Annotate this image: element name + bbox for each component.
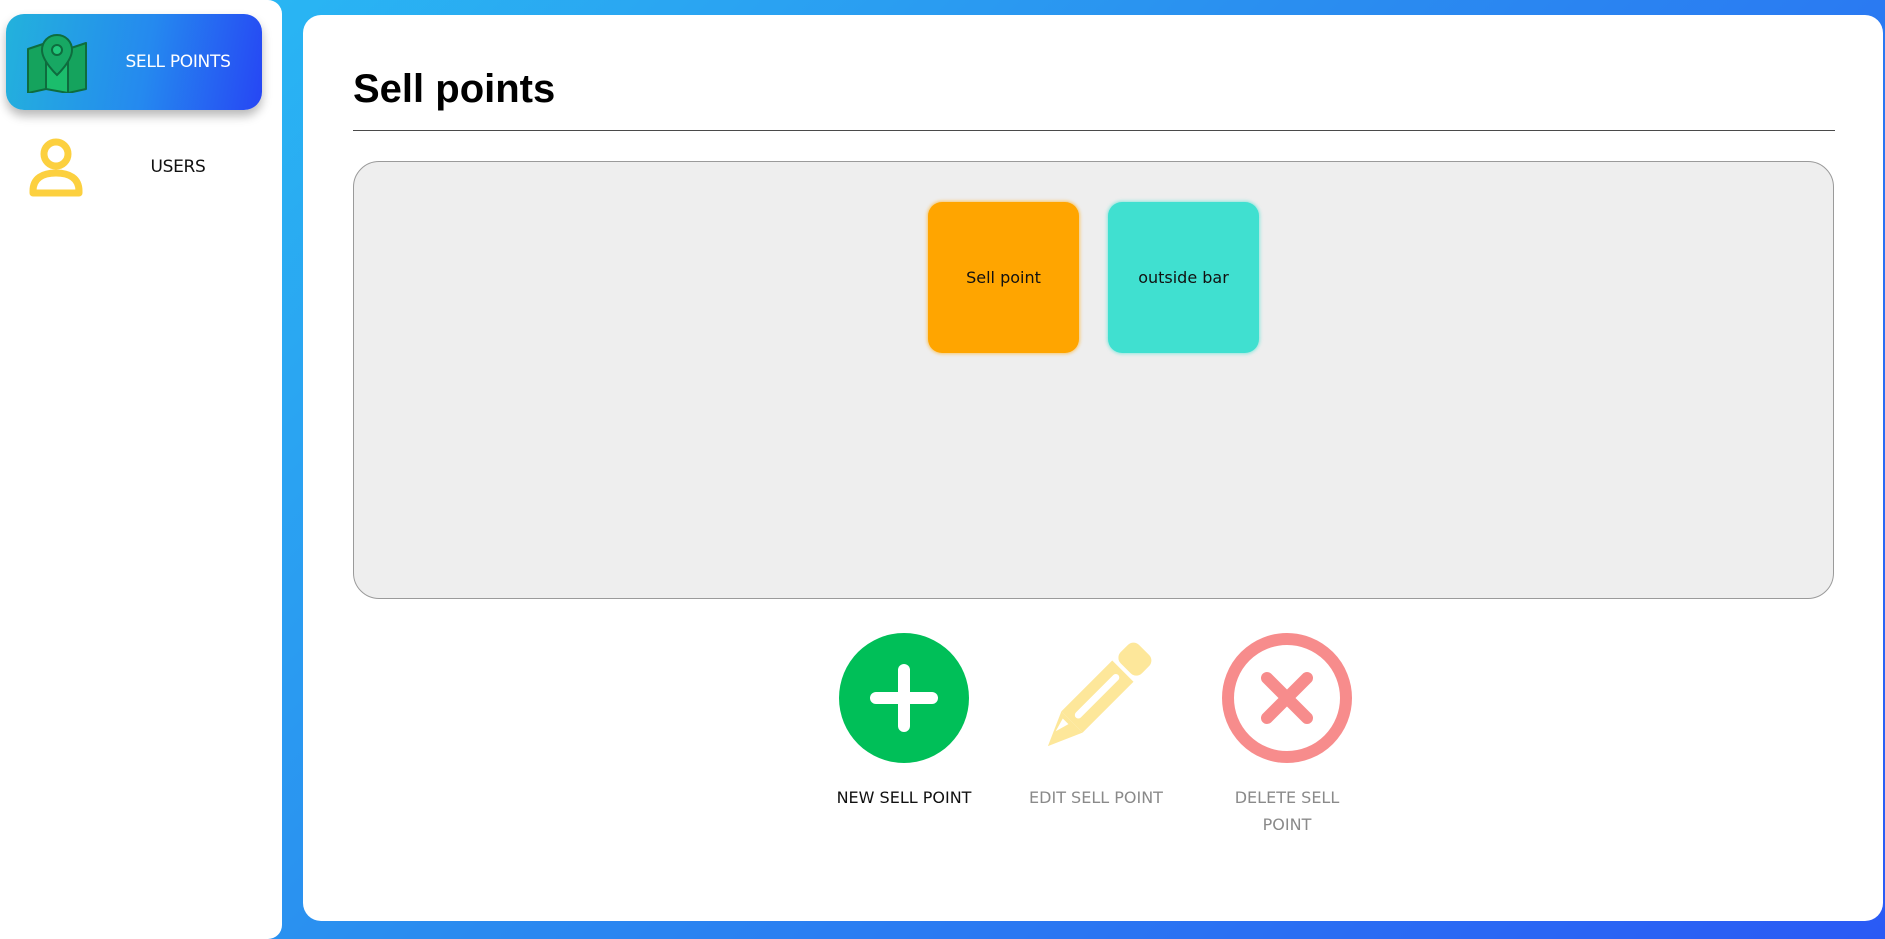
tile-label: Sell point bbox=[966, 268, 1041, 287]
title-divider bbox=[353, 130, 1835, 131]
x-circle-icon bbox=[1222, 633, 1352, 763]
tile-label: outside bar bbox=[1138, 268, 1229, 287]
user-icon bbox=[29, 138, 83, 197]
new-sell-point-button[interactable]: NEW SELL POINT bbox=[829, 632, 979, 811]
page-title: Sell points bbox=[353, 67, 556, 111]
sell-point-tile[interactable]: Sell point bbox=[928, 202, 1079, 353]
delete-sell-point-button[interactable]: DELETE SELL POINT bbox=[1212, 632, 1362, 838]
sidebar-item-users[interactable]: USERS bbox=[6, 119, 262, 215]
map-pin-icon bbox=[27, 33, 87, 93]
action-label: NEW SELL POINT bbox=[836, 788, 972, 807]
sidebar: SELL POINTS USERS bbox=[0, 0, 282, 939]
sidebar-item-label: USERS bbox=[150, 157, 206, 177]
sell-points-grid: Sell point outside bar bbox=[353, 161, 1834, 599]
sell-point-tile[interactable]: outside bar bbox=[1108, 202, 1259, 353]
pencil-icon bbox=[1047, 642, 1152, 747]
edit-sell-point-button[interactable]: EDIT SELL POINT bbox=[1021, 632, 1171, 811]
sidebar-item-sell-points[interactable]: SELL POINTS bbox=[6, 14, 262, 110]
action-label: DELETE SELL POINT bbox=[1234, 788, 1340, 834]
plus-circle-icon bbox=[839, 633, 969, 763]
main-panel: Sell points Sell point outside bar NEW S… bbox=[303, 15, 1883, 921]
action-label: EDIT SELL POINT bbox=[1029, 788, 1163, 807]
sidebar-item-label: SELL POINTS bbox=[125, 52, 231, 72]
